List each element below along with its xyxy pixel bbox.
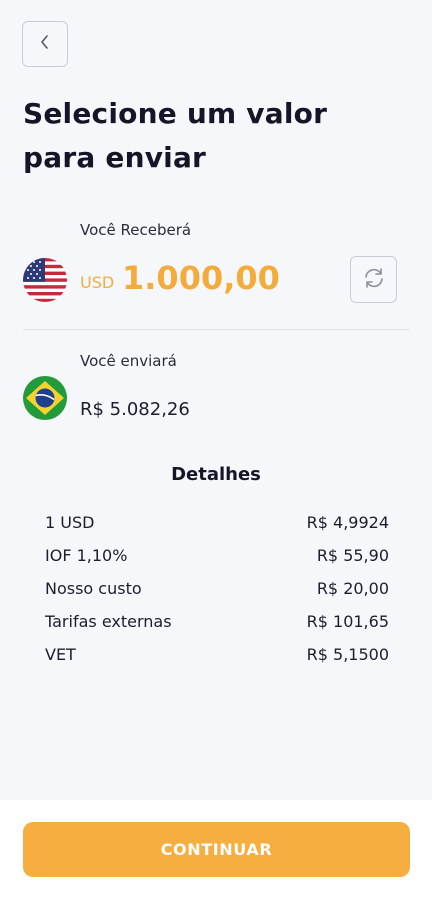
receive-amount[interactable]: 1.000,00 [122, 259, 280, 297]
receive-currency: USD [80, 273, 115, 292]
page-title: Selecione um valor para enviar [23, 97, 328, 174]
detail-label: 1 USD [45, 513, 95, 532]
detail-value: R$ 20,00 [316, 579, 389, 598]
details-list: 1 USD R$ 4,9924 IOF 1,10% R$ 55,90 Nosso… [45, 506, 389, 671]
detail-value: R$ 5,1500 [306, 645, 389, 664]
detail-row: VET R$ 5,1500 [45, 638, 389, 671]
detail-row: 1 USD R$ 4,9924 [45, 506, 389, 539]
us-flag-icon [23, 258, 67, 302]
continue-button[interactable]: CONTINUAR [23, 822, 410, 877]
detail-label: Nosso custo [45, 579, 142, 598]
detail-label: IOF 1,10% [45, 546, 128, 565]
detail-row: Nosso custo R$ 20,00 [45, 572, 389, 605]
chevron-left-icon [39, 34, 51, 54]
send-label: Você enviará [80, 352, 177, 370]
detail-label: Tarifas externas [45, 612, 172, 631]
send-amount: R$ 5.082,26 [80, 399, 190, 420]
receive-label: Você Receberá [80, 221, 192, 239]
detail-row: Tarifas externas R$ 101,65 [45, 605, 389, 638]
detail-row: IOF 1,10% R$ 55,90 [45, 539, 389, 572]
divider [23, 329, 410, 330]
detail-label: VET [45, 645, 76, 664]
detail-value: R$ 101,65 [306, 612, 389, 631]
details-title: Detalhes [171, 464, 261, 485]
swap-button[interactable] [350, 256, 397, 303]
detail-value: R$ 55,90 [316, 546, 389, 565]
brazil-flag-icon [23, 376, 67, 420]
detail-value: R$ 4,9924 [306, 513, 389, 532]
refresh-icon [361, 265, 387, 295]
back-button[interactable] [22, 21, 68, 67]
